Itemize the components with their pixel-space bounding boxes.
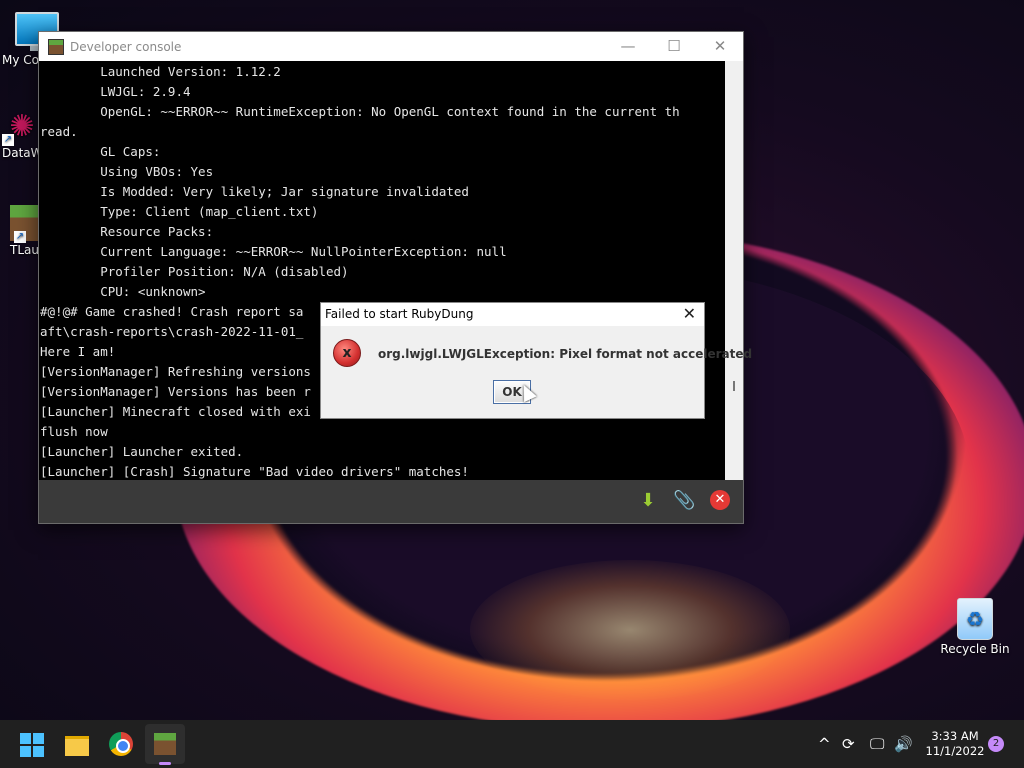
start-icon[interactable] bbox=[16, 728, 48, 760]
error-icon: x bbox=[333, 339, 361, 367]
dialog-close-button[interactable]: ✕ bbox=[683, 304, 696, 323]
close-icon[interactable]: ✕ bbox=[710, 490, 730, 510]
recycle-bin-icon: ♻ bbox=[957, 598, 993, 640]
console-line: Current Language: ~~ERROR~~ NullPointerE… bbox=[40, 244, 507, 259]
clock-time: 3:33 AM bbox=[931, 729, 979, 743]
console-line: read. bbox=[40, 124, 78, 139]
clock-date: 11/1/2022 bbox=[925, 744, 985, 758]
desktop-icon-datawrap[interactable]: ✺ ↗ DataW bbox=[2, 110, 43, 160]
dialog-titlebar[interactable]: Failed to start RubyDung ✕ bbox=[321, 303, 704, 326]
window-titlebar[interactable]: Developer console — ☐ ✕ bbox=[39, 32, 743, 61]
desktop-icon-label: Recycle Bin bbox=[940, 642, 1010, 656]
minecraft-icon[interactable] bbox=[145, 724, 185, 765]
network-icon[interactable]: 🖵 bbox=[870, 720, 884, 768]
minimize-button[interactable]: — bbox=[605, 32, 651, 61]
console-line: Resource Packs: bbox=[40, 224, 214, 239]
console-line: [Launcher] Launcher exited. bbox=[40, 444, 244, 459]
console-line: CPU: <unknown> bbox=[40, 284, 206, 299]
console-line: GL Caps: bbox=[40, 144, 161, 159]
clock[interactable]: 3:33 AM 11/1/2022 bbox=[920, 729, 990, 759]
console-line: flush now bbox=[40, 424, 108, 439]
console-line: Launched Version: 1.12.2 bbox=[40, 64, 281, 79]
console-line: Using VBOs: Yes bbox=[40, 164, 214, 179]
console-line: Type: Client (map_client.txt) bbox=[40, 204, 319, 219]
file-explorer-icon[interactable] bbox=[61, 728, 93, 760]
desktop-icon-label: DataW bbox=[2, 146, 43, 160]
close-button[interactable]: ✕ bbox=[697, 32, 743, 61]
console-toolbar: ⬇ 📎 ✕ bbox=[39, 480, 743, 523]
paperclip-icon[interactable]: 📎 bbox=[673, 490, 695, 512]
window-title: Developer console bbox=[70, 39, 182, 54]
console-scrollbar[interactable] bbox=[725, 61, 743, 480]
desktop-icon-recycle-bin[interactable]: ♻ Recycle Bin bbox=[940, 598, 1010, 656]
shortcut-arrow-icon: ↗ bbox=[2, 134, 14, 146]
console-line: Is Modded: Very likely; Jar signature in… bbox=[40, 184, 469, 199]
tray-chevron-icon[interactable]: ^ bbox=[818, 720, 831, 768]
sync-error-icon[interactable]: ⟳ bbox=[842, 720, 855, 768]
scrollbar-thumb[interactable] bbox=[733, 381, 735, 391]
minecraft-app-icon bbox=[48, 38, 64, 55]
maximize-button[interactable]: ☐ bbox=[651, 32, 697, 61]
taskbar: ^ ⟳ 🖵 🔊 3:33 AM 11/1/2022 2 bbox=[0, 720, 1024, 768]
volume-icon[interactable]: 🔊 bbox=[894, 720, 913, 768]
console-line: OpenGL: ~~ERROR~~ RuntimeException: No O… bbox=[40, 104, 680, 119]
console-line: LWJGL: 2.9.4 bbox=[40, 84, 191, 99]
error-message: org.lwjgl.LWJGLException: Pixel format n… bbox=[378, 347, 753, 361]
console-line: Profiler Position: N/A (disabled) bbox=[40, 264, 349, 279]
dialog-title: Failed to start RubyDung bbox=[325, 307, 474, 321]
notification-badge[interactable]: 2 bbox=[988, 736, 1004, 752]
console-line: [Launcher] [Crash] Signature "Bad video … bbox=[40, 464, 469, 479]
download-icon[interactable]: ⬇ bbox=[637, 490, 659, 512]
shortcut-arrow-icon: ↗ bbox=[14, 231, 26, 243]
wallpaper-glow bbox=[470, 560, 790, 700]
developer-console-window: Developer console — ☐ ✕ Launched Version… bbox=[38, 31, 744, 524]
chrome-icon[interactable] bbox=[105, 728, 137, 760]
error-dialog: Failed to start RubyDung ✕ x org.lwjgl.L… bbox=[320, 302, 752, 419]
